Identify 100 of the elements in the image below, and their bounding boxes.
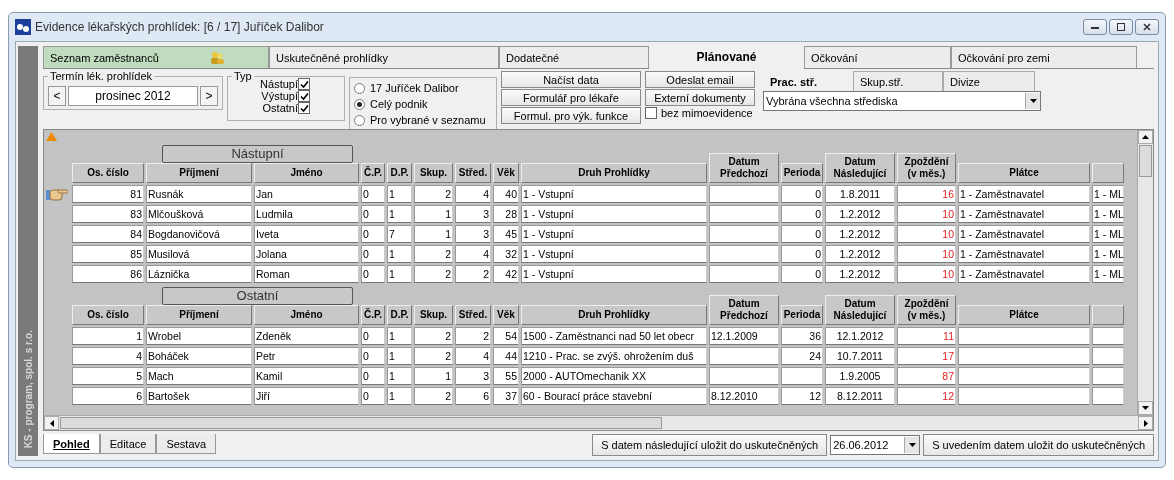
table-cell: 1 [387,347,412,365]
table-cell: 8.12.2010 [709,387,779,405]
section-title: Nástupní [162,145,353,163]
tab[interactable]: Editace [99,434,157,454]
scroll-up-button[interactable] [1138,130,1153,144]
scrollbar-thumb[interactable] [60,417,662,429]
save-next-date-button[interactable]: S datem následující uložit do uskutečněných [592,434,828,456]
month-field[interactable]: prosinec 2012 [68,86,198,106]
table-cell: Zdeněk [254,327,359,345]
table-cell: 0 [361,245,385,263]
save-given-date-button[interactable]: S uvedením datem uložit do uskutečněných [923,434,1154,456]
close-icon [1143,23,1151,31]
table-cell: 8.12.2011 [825,387,895,405]
table-cell: 0 [361,185,385,203]
table-cell: Boháček [146,347,252,365]
radio-button[interactable] [354,114,365,126]
table-cell: 83 [72,205,144,223]
table-cell: 44 [493,347,519,365]
table-cell: 40 [493,185,519,203]
table-cell: 17 [897,347,956,365]
action-button[interactable]: Formul. pro výk. funkce [501,107,641,124]
radio-label: Pro vybrané v seznamu [370,114,486,126]
table-cell: 1 - Vstupní [521,205,707,223]
table-cell: 1 [387,327,412,345]
tab[interactable]: Dodatečné [499,46,649,68]
column-header: Os. číslo [72,305,144,325]
scroll-down-button[interactable] [1138,401,1153,415]
table-cell: 4 [455,347,491,365]
tab[interactable]: Skup.stř. [853,71,943,91]
scroll-left-button[interactable] [44,416,59,430]
scroll-right-button[interactable] [1138,416,1153,430]
action-button[interactable]: Formulář pro lékaře [501,89,641,106]
table-cell: Láznička [146,265,252,283]
minimize-button[interactable] [1083,19,1107,35]
radio-button[interactable] [354,82,365,94]
close-button[interactable] [1135,19,1159,35]
table-cell: 1 - ML [1092,225,1124,243]
maximize-icon [1117,23,1125,31]
table-cell: Rusnák [146,185,252,203]
table-cell: 0 [361,327,385,345]
column-header: Perioda [781,305,823,325]
table-cell: 1 - ML [1092,205,1124,223]
table-cell [709,205,779,223]
table-cell: 1 [414,367,453,385]
group-label: Typ [233,71,253,82]
checkbox-label: Nástupí [260,78,298,90]
table-cell: Bogdanovičová [146,225,252,243]
radio-label: Celý podnik [370,98,428,110]
people-icon [208,50,225,65]
table-cell: 2 [455,327,491,345]
table-cell: 1 - Zaměstnavatel [958,185,1090,203]
table-cell: 0 [361,367,385,385]
checkbox[interactable] [298,102,310,114]
tab[interactable]: Sestava [156,434,217,454]
table-cell [1092,387,1124,405]
centre-dropdown[interactable]: Vybrána všechna střediska [763,91,1041,111]
table-cell: 11 [897,327,956,345]
app-logo-icon [15,19,31,35]
table-cell: 4 [455,245,491,263]
table-cell: Jolana [254,245,359,263]
column-header: Č.P. [361,305,385,325]
column-header: Druh Prohlídky [521,163,707,183]
date-dropdown[interactable]: 26.06.2012 [830,435,921,455]
column-header: Datum Předchozí [709,295,779,325]
checkbox[interactable] [298,90,310,102]
table-cell: 2 [414,347,453,365]
next-month-button[interactable]: > [200,86,218,106]
radio-label: 17 Juříček Dalibor [370,82,459,94]
action-button[interactable]: Načíst data [501,71,641,88]
tab[interactable]: Očkování [804,46,951,68]
window-title: Evidence lékařských prohlídek: [6 / 17] Juříček Dalibor [35,20,324,34]
tab[interactable]: Divize [943,71,1035,91]
table-cell: 2 [414,245,453,263]
table-cell: 1 [387,387,412,405]
column-header: Věk [493,305,519,325]
section-title: Ostatní [162,287,353,305]
checkbox[interactable] [645,107,657,119]
tab[interactable]: Očkování pro zemi [951,46,1137,68]
tab[interactable]: Uskutečněné prohlídky [269,46,499,68]
radio-button[interactable] [354,98,365,110]
table-cell: 1 - Zaměstnavatel [958,265,1090,283]
tab[interactable]: Seznam zaměstnanců [43,46,269,68]
table-cell: 6 [455,387,491,405]
table-cell: 0 [361,225,385,243]
table-cell: Wrobel [146,327,252,345]
previous-month-button[interactable]: < [48,86,66,106]
column-header: Plátce [958,163,1090,183]
action-button[interactable]: Externí dokumenty [645,89,755,106]
scrollbar-thumb[interactable] [1139,145,1152,177]
table-cell: 87 [897,367,956,385]
checkbox[interactable] [298,78,310,90]
table-cell: 0 [361,347,385,365]
table-cell: 2000 - AUTOmechanik XX [521,367,707,385]
table-cell: 36 [781,327,823,345]
table-cell: 1.2.2012 [825,205,895,223]
maximize-button[interactable] [1109,19,1133,35]
tab[interactable]: Pohled [43,434,100,454]
minimize-icon [1091,25,1099,29]
action-button[interactable]: Odeslat email [645,71,755,88]
table-cell [709,347,779,365]
